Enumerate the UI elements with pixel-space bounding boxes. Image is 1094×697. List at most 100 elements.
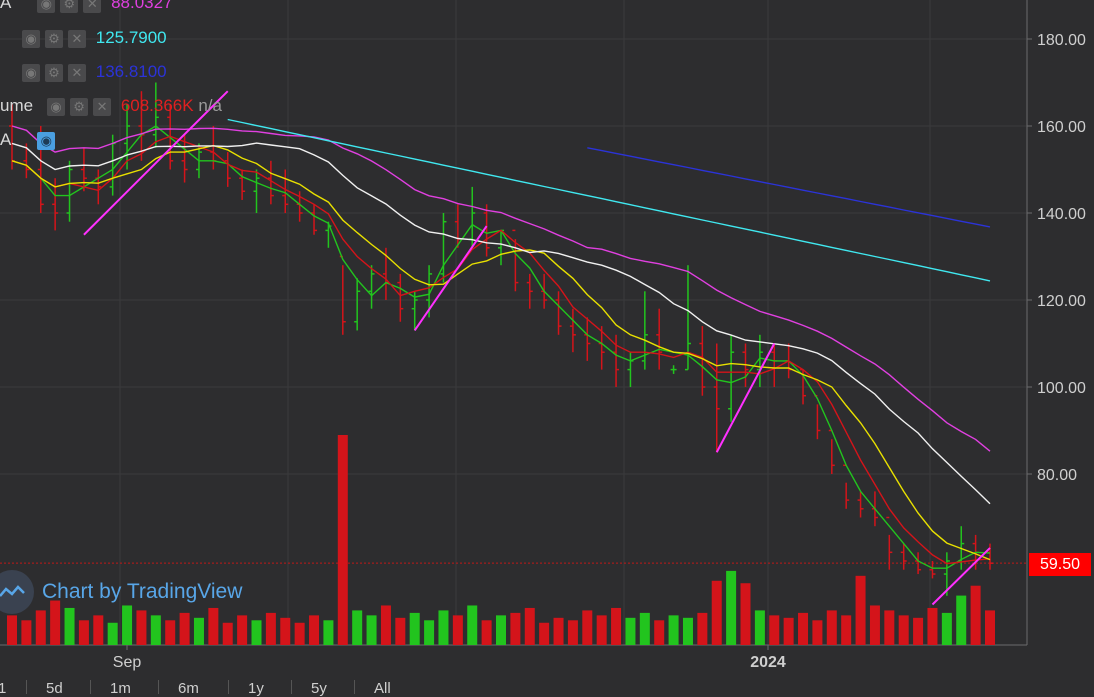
ma-line-red — [11, 135, 991, 565]
volume-bar — [380, 605, 391, 645]
eye-icon[interactable]: ◉ — [22, 29, 40, 48]
ohlc-bar — [555, 291, 562, 335]
volume-bar — [193, 617, 204, 645]
ohlc-bar — [498, 229, 504, 266]
volume-bar — [611, 607, 622, 645]
volume-bar — [697, 612, 708, 645]
eye-icon[interactable]: ◉ — [47, 97, 66, 116]
volume-bar — [366, 615, 377, 645]
last-price-label: 59.50 — [1029, 553, 1091, 576]
volume-bar — [395, 617, 406, 645]
volume-bar — [596, 615, 607, 645]
range-separator — [228, 680, 229, 694]
volume-bar — [7, 615, 17, 645]
volume-bar — [150, 615, 161, 645]
range-button-1m[interactable]: 1m — [110, 680, 131, 697]
range-separator — [90, 680, 91, 694]
volume-bar — [280, 617, 291, 645]
gear-icon[interactable]: ⚙ — [60, 0, 79, 13]
ohlc-bar — [210, 126, 217, 170]
volume-bar — [294, 622, 305, 645]
volume-bar — [567, 620, 578, 645]
eye-icon[interactable]: ◉ — [37, 0, 56, 13]
volume-bar — [898, 615, 909, 645]
ohlc-bar — [584, 317, 591, 361]
ohlc-bar — [512, 229, 519, 292]
volume-bar — [323, 620, 334, 645]
legend-value: 88.0327 — [111, 0, 173, 12]
range-button-all[interactable]: All — [374, 680, 391, 697]
volume-bar — [510, 612, 521, 645]
close-icon[interactable]: ✕ — [83, 0, 102, 13]
range-button-6m[interactable]: 6m — [178, 680, 199, 697]
ohlc-bar — [526, 273, 533, 309]
volume-bar — [985, 610, 995, 645]
legend-label: A — [0, 130, 12, 149]
volume-bar — [467, 605, 478, 645]
gear-icon[interactable]: ⚙ — [70, 97, 89, 116]
ohlc-bar — [325, 221, 332, 248]
ohlc-bar — [440, 213, 447, 283]
volume-bar — [107, 622, 118, 645]
x-tick-label: 2024 — [750, 654, 786, 671]
volume-bar — [35, 610, 46, 645]
ohlc-bar — [699, 326, 706, 396]
volume-bar — [855, 575, 866, 645]
legend-row: ◉ ⚙ ✕ 125.7900 — [0, 28, 167, 48]
volume-bar — [711, 580, 722, 645]
trend-line — [413, 225, 488, 332]
close-icon[interactable]: ✕ — [68, 29, 86, 48]
volume-bar — [352, 610, 363, 645]
gear-icon[interactable]: ⚙ — [45, 63, 63, 82]
ohlc-bar — [339, 255, 346, 335]
volume-bar — [21, 620, 32, 645]
y-tick-label: 100.00 — [1037, 380, 1086, 397]
y-tick-label: 140.00 — [1037, 206, 1086, 223]
legend-row: ◉ ⚙ ✕ 136.8100 — [0, 62, 167, 82]
y-tick-label: 180.00 — [1037, 32, 1086, 49]
volume-bar — [682, 617, 693, 645]
ohlc-bar — [857, 491, 864, 518]
ohlc-bar — [368, 265, 375, 309]
legend-row: A ◉ — [0, 130, 60, 150]
y-tick-label: 120.00 — [1037, 293, 1086, 310]
tradingview-watermark[interactable]: Chart by TradingView — [0, 570, 242, 614]
volume-bar — [754, 610, 765, 645]
ohlc-bar — [397, 273, 404, 322]
volume-bar — [941, 612, 952, 645]
range-separator — [26, 680, 27, 694]
volume-bar — [869, 605, 880, 645]
close-icon[interactable]: ✕ — [93, 97, 112, 116]
volume-bar — [309, 615, 320, 645]
gear-icon[interactable]: ⚙ — [45, 29, 63, 48]
volume-bar — [956, 595, 967, 645]
volume-bar — [769, 615, 780, 645]
range-button-5y[interactable]: 5y — [311, 680, 327, 697]
volume-bar — [438, 610, 449, 645]
volume-bar — [179, 612, 190, 645]
volume-bar — [826, 610, 837, 645]
ohlc-bar — [95, 169, 102, 205]
volume-bar — [582, 610, 593, 645]
ma-line-green — [11, 125, 991, 569]
ohlc-bar — [670, 365, 677, 374]
legend-label: A — [0, 0, 12, 12]
range-button-5d[interactable]: 5d — [46, 680, 63, 697]
range-button-1y[interactable]: 1y — [248, 680, 264, 697]
range-button-1[interactable]: 1 — [0, 680, 6, 697]
eye-icon[interactable]: ◉ — [37, 131, 56, 150]
volume-bar — [222, 622, 233, 645]
ohlc-bar — [771, 343, 778, 387]
close-icon[interactable]: ✕ — [68, 63, 86, 82]
volume-bar — [970, 585, 981, 645]
ohlc-bar — [569, 308, 576, 353]
volume-bar — [481, 620, 492, 645]
volume-bar — [726, 570, 737, 645]
ohlc-bar — [656, 308, 663, 370]
volume-bar — [913, 617, 924, 645]
legend-value: 136.8100 — [95, 62, 167, 81]
volume-bar — [78, 620, 89, 645]
eye-icon[interactable]: ◉ — [22, 63, 40, 82]
y-tick-label: 80.00 — [1037, 467, 1077, 484]
volume-bar — [409, 612, 420, 645]
